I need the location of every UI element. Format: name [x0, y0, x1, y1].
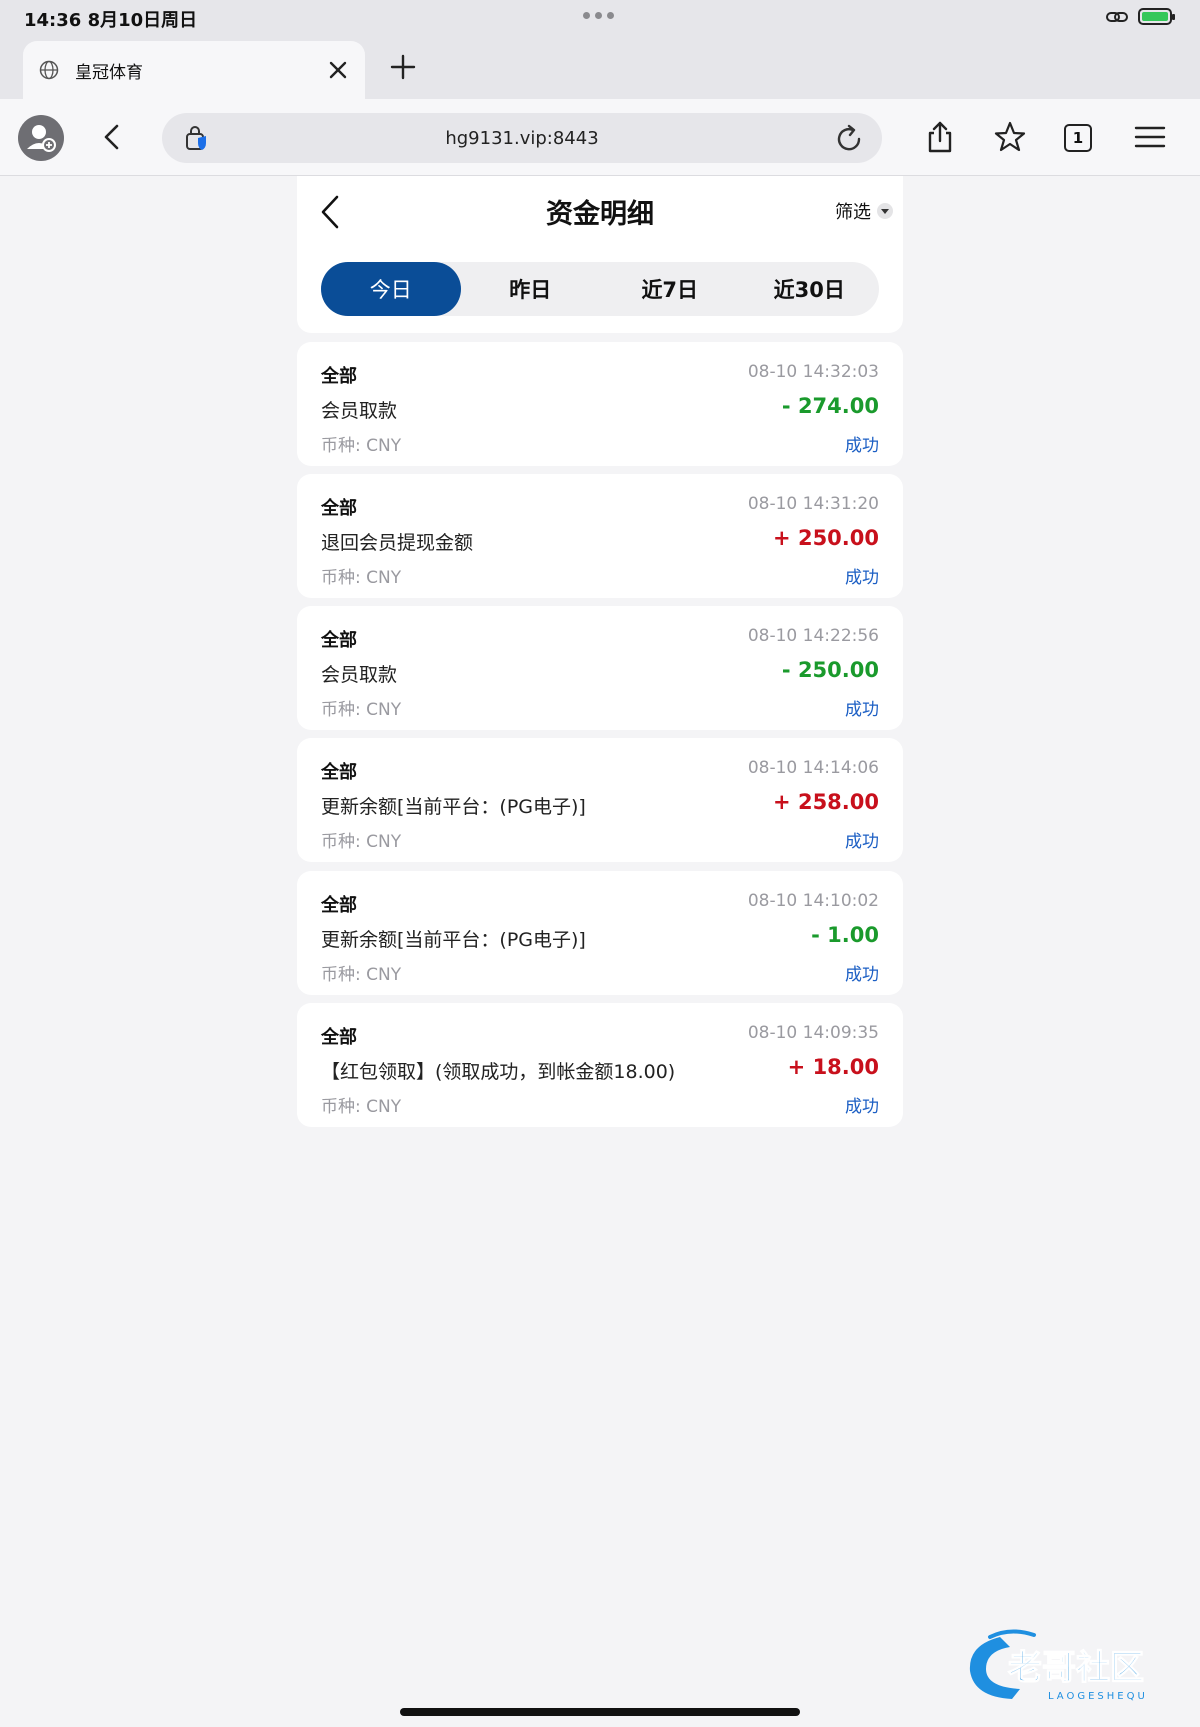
- record-amount: + 18.00: [787, 1055, 879, 1079]
- record-currency: 币种: CNY: [321, 832, 402, 852]
- close-icon[interactable]: [327, 59, 349, 81]
- record-currency: 币种: CNY: [321, 1097, 402, 1117]
- url-bar[interactable]: hg9131.vip:8443: [162, 113, 882, 163]
- list-item[interactable]: 全部 08-10 14:31:20 退回会员提现金额 + 250.00 币种: …: [297, 474, 903, 598]
- record-currency: 币种: CNY: [321, 700, 402, 720]
- menu-icon[interactable]: [1134, 120, 1166, 154]
- record-time: 08-10 14:14:06: [747, 758, 879, 778]
- status-time: 14:36 8月10日周日: [24, 10, 198, 31]
- tab-title: 皇冠体育: [75, 62, 143, 83]
- caret-down-icon: [877, 203, 893, 219]
- status-badge: 成功: [845, 965, 879, 985]
- record-description: 退回会员提现金额: [321, 532, 474, 554]
- record-description: 更新余额[当前平台：(PG电子)]: [321, 929, 586, 951]
- globe-icon: [39, 60, 59, 80]
- record-time: 08-10 14:22:56: [747, 626, 879, 646]
- lock-shield-icon[interactable]: [184, 124, 210, 152]
- chevron-left-icon[interactable]: [100, 123, 124, 151]
- record-amount: - 274.00: [781, 394, 879, 418]
- multitask-dots-icon[interactable]: [583, 12, 614, 19]
- date-range-tabs: 今日 昨日 近7日 近30日: [321, 262, 879, 316]
- status-badge: 成功: [845, 436, 879, 456]
- link-icon: [1106, 11, 1128, 22]
- tab-30-days[interactable]: 近30日: [740, 262, 880, 316]
- star-icon[interactable]: [994, 120, 1026, 154]
- status-badge: 成功: [845, 1097, 879, 1117]
- record-category: 全部: [321, 1027, 357, 1048]
- filter-label: 筛选: [835, 202, 871, 223]
- watermark-logo: 老哥社区 LAOGESHEQU: [969, 1629, 1148, 1702]
- record-time: 08-10 14:09:35: [747, 1023, 879, 1043]
- url-text: hg9131.vip:8443: [445, 127, 599, 149]
- record-category: 全部: [321, 366, 357, 387]
- record-category: 全部: [321, 762, 357, 783]
- battery-icon: [1138, 8, 1175, 25]
- record-description: 更新余额[当前平台：(PG电子)]: [321, 796, 586, 818]
- page-title: 资金明细: [546, 199, 654, 230]
- record-amount: + 258.00: [773, 790, 879, 814]
- record-time: 08-10 14:10:02: [747, 891, 879, 911]
- browser-chrome-top: 14:36 8月10日周日 皇冠体育: [0, 0, 1200, 99]
- share-icon[interactable]: [924, 120, 956, 154]
- list-item[interactable]: 全部 08-10 14:32:03 会员取款 - 274.00 币种: CNY …: [297, 342, 903, 466]
- record-currency: 币种: CNY: [321, 436, 402, 456]
- record-amount: - 1.00: [811, 923, 879, 947]
- record-currency: 币种: CNY: [321, 568, 402, 588]
- home-indicator[interactable]: [400, 1708, 800, 1716]
- browser-tab[interactable]: 皇冠体育: [23, 41, 365, 99]
- browser-toolbar: hg9131.vip:8443 1: [0, 99, 1200, 176]
- record-category: 全部: [321, 630, 357, 651]
- reload-icon[interactable]: [834, 124, 864, 154]
- record-description: 【红包领取】(领取成功，到帐金额18.00): [321, 1061, 676, 1083]
- record-description: 会员取款: [321, 400, 398, 422]
- list-item[interactable]: 全部 08-10 14:14:06 更新余额[当前平台：(PG电子)] + 25…: [297, 738, 903, 862]
- watermark-subtext: LAOGESHEQU: [1048, 1691, 1148, 1702]
- profile-icon[interactable]: [18, 115, 64, 161]
- record-amount: - 250.00: [781, 658, 879, 682]
- record-time: 08-10 14:31:20: [747, 494, 879, 514]
- record-description: 会员取款: [321, 664, 398, 686]
- filter-button[interactable]: 筛选: [835, 198, 893, 224]
- tab-yesterday[interactable]: 昨日: [461, 262, 601, 316]
- tab-7-days[interactable]: 近7日: [600, 262, 740, 316]
- page-header: 资金明细 筛选 今日 昨日 近7日 近30日: [297, 176, 903, 333]
- tab-today[interactable]: 今日: [321, 262, 461, 316]
- plus-icon[interactable]: [390, 54, 416, 80]
- list-item[interactable]: 全部 08-10 14:22:56 会员取款 - 250.00 币种: CNY …: [297, 606, 903, 730]
- tabs-icon[interactable]: 1: [1064, 124, 1092, 152]
- status-icons: [1106, 8, 1175, 25]
- record-amount: + 250.00: [773, 526, 879, 550]
- list-item[interactable]: 全部 08-10 14:09:35 【红包领取】(领取成功，到帐金额18.00)…: [297, 1003, 903, 1127]
- list-item[interactable]: 全部 08-10 14:10:02 更新余额[当前平台：(PG电子)] - 1.…: [297, 871, 903, 995]
- watermark-text: 老哥社区: [1008, 1648, 1144, 1688]
- record-time: 08-10 14:32:03: [747, 362, 879, 382]
- status-badge: 成功: [845, 832, 879, 852]
- status-badge: 成功: [845, 700, 879, 720]
- record-currency: 币种: CNY: [321, 965, 402, 985]
- status-badge: 成功: [845, 568, 879, 588]
- record-category: 全部: [321, 895, 357, 916]
- tab-count: 1: [1072, 129, 1084, 147]
- record-category: 全部: [321, 498, 357, 519]
